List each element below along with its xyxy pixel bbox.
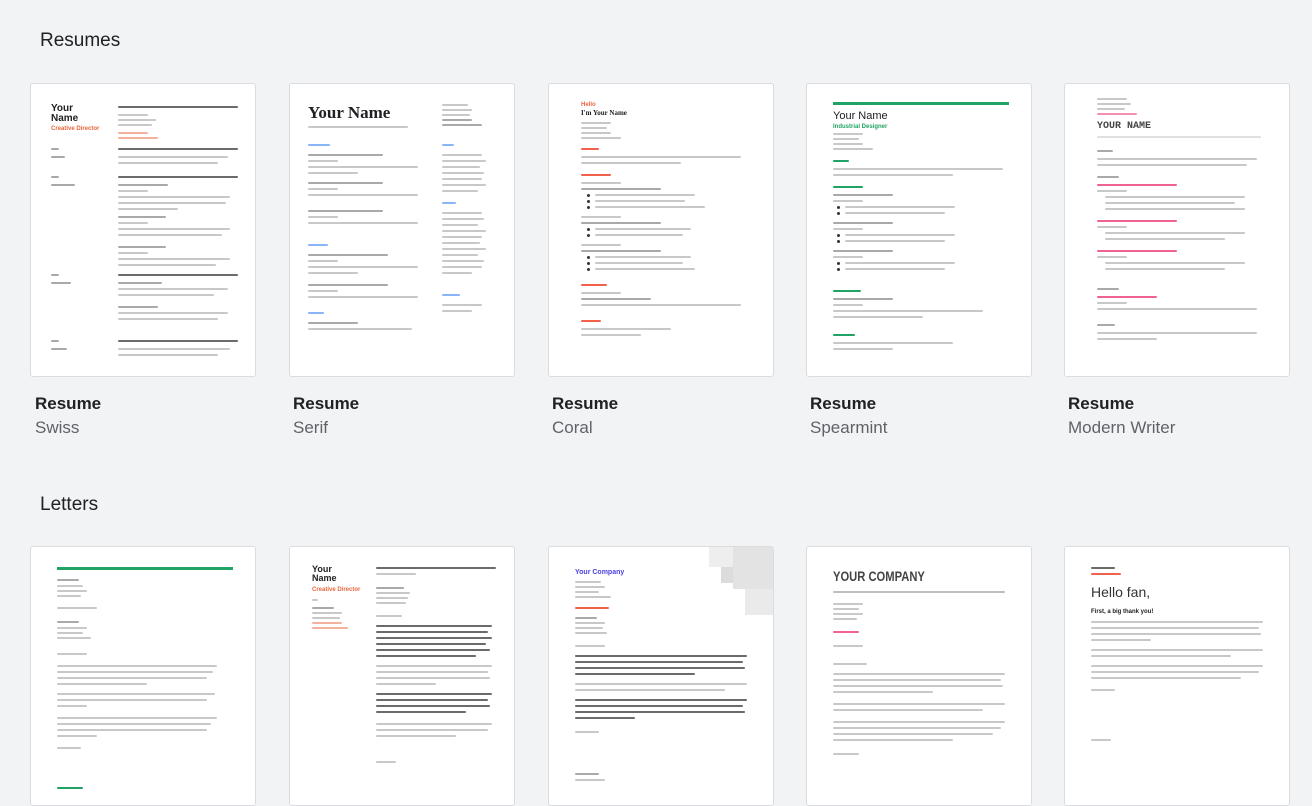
template-thumbnail bbox=[31, 547, 255, 805]
section-title-resumes: Resumes bbox=[40, 30, 121, 51]
thumb-role: Creative Director bbox=[51, 126, 100, 132]
letter-card-playful[interactable]: Hello fan, First, a big thank you! bbox=[1064, 546, 1290, 806]
thumb-hello: Hello bbox=[581, 102, 596, 108]
template-thumbnail: Your Name Creative Director bbox=[290, 547, 514, 805]
thumb-name: Your Name bbox=[833, 110, 888, 122]
resume-card-coral[interactable]: Hello I'm Your Name bbox=[548, 83, 774, 377]
letter-card-spearmint[interactable] bbox=[30, 546, 256, 806]
card-title: Resume bbox=[1068, 394, 1135, 413]
card-subtitle: Modern Writer bbox=[1068, 418, 1176, 437]
letter-card-modern-writer[interactable]: YOUR COMPANY bbox=[806, 546, 1032, 806]
template-thumbnail: Your Name Industrial Designer bbox=[807, 84, 1031, 376]
card-title: Resume bbox=[35, 394, 102, 413]
resume-card-swiss[interactable]: Your Name Creative Director bbox=[30, 83, 256, 377]
card-subtitle: Swiss bbox=[35, 418, 80, 437]
resume-card-modern-writer[interactable]: YOUR NAME bbox=[1064, 83, 1290, 377]
thumb-name: Your Name bbox=[51, 103, 79, 124]
card-title: Resume bbox=[810, 394, 877, 413]
thumb-subheading: First, a big thank you! bbox=[1091, 609, 1154, 615]
template-thumbnail: Hello fan, First, a big thank you! bbox=[1065, 547, 1289, 805]
card-title: Resume bbox=[293, 394, 360, 413]
thumb-company: Your Company bbox=[575, 569, 625, 576]
template-thumbnail: YOUR COMPANY bbox=[807, 547, 1031, 805]
letter-card-swiss[interactable]: Your Name Creative Director bbox=[289, 546, 515, 806]
thumb-greeting: Hello fan, bbox=[1091, 584, 1151, 600]
thumb-name: Your Name bbox=[312, 564, 337, 583]
template-thumbnail: Your Name bbox=[290, 84, 514, 376]
card-title: Resume bbox=[552, 394, 619, 413]
thumb-role: Creative Director bbox=[312, 587, 361, 593]
thumb-name: Your Name bbox=[308, 103, 391, 122]
template-thumbnail: YOUR NAME bbox=[1065, 84, 1289, 376]
card-subtitle: Serif bbox=[293, 418, 328, 437]
resume-card-spearmint[interactable]: Your Name Industrial Designer bbox=[806, 83, 1032, 377]
letter-card-coral[interactable]: Your Company bbox=[548, 546, 774, 806]
thumb-name: YOUR NAME bbox=[1097, 121, 1152, 132]
card-subtitle: Spearmint bbox=[810, 418, 888, 437]
resume-card-serif[interactable]: Your Name bbox=[289, 83, 515, 377]
section-title-letters: Letters bbox=[40, 494, 99, 515]
card-subtitle: Coral bbox=[552, 418, 593, 437]
template-thumbnail: Hello I'm Your Name bbox=[549, 84, 773, 376]
thumb-role: Industrial Designer bbox=[833, 124, 888, 130]
template-thumbnail: Your Company bbox=[549, 547, 773, 805]
thumb-company: YOUR COMPANY bbox=[833, 568, 925, 584]
template-thumbnail: Your Name Creative Director bbox=[31, 84, 255, 376]
thumb-name: I'm Your Name bbox=[581, 109, 627, 117]
